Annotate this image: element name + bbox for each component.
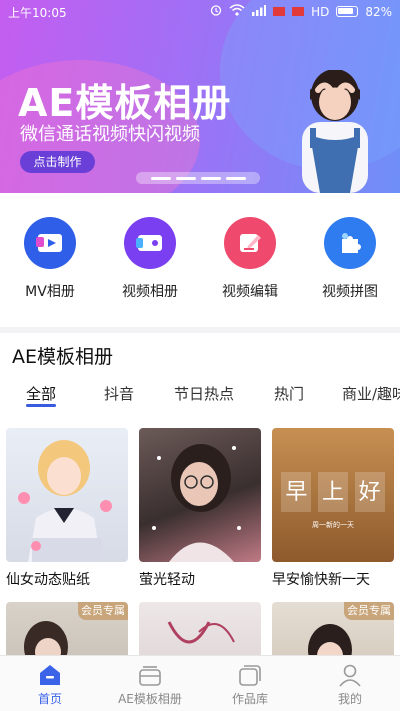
tab-all[interactable]: 全部: [26, 383, 56, 404]
tab-business[interactable]: 商业/趣味: [342, 383, 400, 404]
card-image-caption: 周一新的一天: [312, 521, 354, 529]
nav-works[interactable]: 作品库: [200, 656, 300, 711]
tool-video-album[interactable]: 视频相册: [100, 200, 200, 320]
home-icon: [37, 662, 63, 688]
card-image-text: 早: [281, 472, 312, 512]
template-card[interactable]: 萤光轻动: [139, 428, 261, 589]
nav-home[interactable]: 首页: [0, 656, 100, 711]
tool-label: MV相册: [25, 284, 75, 300]
battery-level: 82%: [365, 4, 392, 19]
status-bar: 上午10:05 HD 82%: [0, 0, 400, 24]
bottom-navigation: 首页 AE模板相册 作品库 我的: [0, 655, 400, 711]
carousel-dot: [225, 176, 246, 180]
nav-label: 我的: [337, 692, 362, 706]
nav-label: AE模板相册: [118, 692, 182, 706]
template-card[interactable]: 仙女动态贴纸: [6, 428, 128, 589]
nav-templates[interactable]: AE模板相册: [100, 656, 200, 711]
tab-hot[interactable]: 热门: [274, 383, 304, 404]
banner-title: AE模板相册: [18, 81, 232, 125]
card-image-text: 好: [354, 472, 385, 512]
nav-profile[interactable]: 我的: [300, 656, 400, 711]
status-time: 上午10:05: [8, 6, 67, 20]
template-icon: [137, 662, 163, 688]
video-edit-icon: [224, 217, 276, 269]
tool-grid: MV相册 视频相册 视频编辑 视频拼图: [0, 200, 400, 320]
network-type: HD: [311, 4, 330, 19]
carousel-indicator[interactable]: [136, 172, 260, 184]
card-thumbnail: [139, 428, 261, 562]
card-title: 仙女动态贴纸: [6, 572, 90, 588]
tool-video-edit[interactable]: 视频编辑: [200, 200, 300, 320]
banner-subtitle: 微信通话视频快闪视频: [20, 124, 200, 145]
mv-video-icon: [24, 217, 76, 269]
alarm-icon: [210, 4, 222, 19]
flag-icon: [273, 7, 286, 16]
puzzle-icon: [324, 217, 376, 269]
profile-icon: [337, 662, 363, 688]
card-title: 萤光轻动: [139, 572, 195, 588]
vip-badge: 会员专属: [78, 602, 128, 620]
template-card[interactable]: 早 上 好 周一新的一天 早安愉快新一天: [272, 428, 394, 589]
carousel-dot: [200, 176, 221, 180]
nav-label: 作品库: [231, 692, 268, 706]
tool-label: 视频编辑: [222, 284, 278, 300]
category-tabs: 全部 抖音 节日热点 热门 商业/趣味: [0, 380, 400, 410]
card-thumbnail: 早 上 好 周一新的一天: [272, 428, 394, 562]
signal-icon: [252, 4, 267, 19]
section-title: AE模板相册: [12, 346, 114, 368]
wifi-icon: [229, 4, 245, 19]
card-thumbnail: [6, 428, 128, 562]
tool-mv-album[interactable]: MV相册: [0, 200, 100, 320]
tool-label: 视频拼图: [322, 284, 378, 300]
active-tab-indicator: [26, 404, 56, 407]
banner-photo: [280, 69, 390, 193]
card-title: 早安愉快新一天: [272, 572, 370, 588]
video-album-icon: [124, 217, 176, 269]
vip-badge: 会员专属: [344, 602, 394, 620]
battery-icon: [336, 6, 359, 17]
carousel-dot: [175, 176, 196, 180]
carousel-dot: [150, 176, 171, 180]
tool-video-puzzle[interactable]: 视频拼图: [300, 200, 400, 320]
nav-label: 首页: [37, 692, 62, 706]
flag-icon: [292, 7, 305, 16]
tab-douyin[interactable]: 抖音: [104, 383, 134, 404]
top-banner[interactable]: 上午10:05 HD 82% AE模板相册 微信通话视频快闪视频 点击制作: [0, 0, 400, 193]
create-button[interactable]: 点击制作: [20, 151, 95, 173]
tool-label: 视频相册: [122, 284, 178, 300]
section-divider: [0, 327, 400, 333]
works-icon: [237, 662, 263, 688]
card-image-text: 上: [317, 472, 348, 512]
tab-holiday[interactable]: 节日热点: [174, 383, 234, 404]
